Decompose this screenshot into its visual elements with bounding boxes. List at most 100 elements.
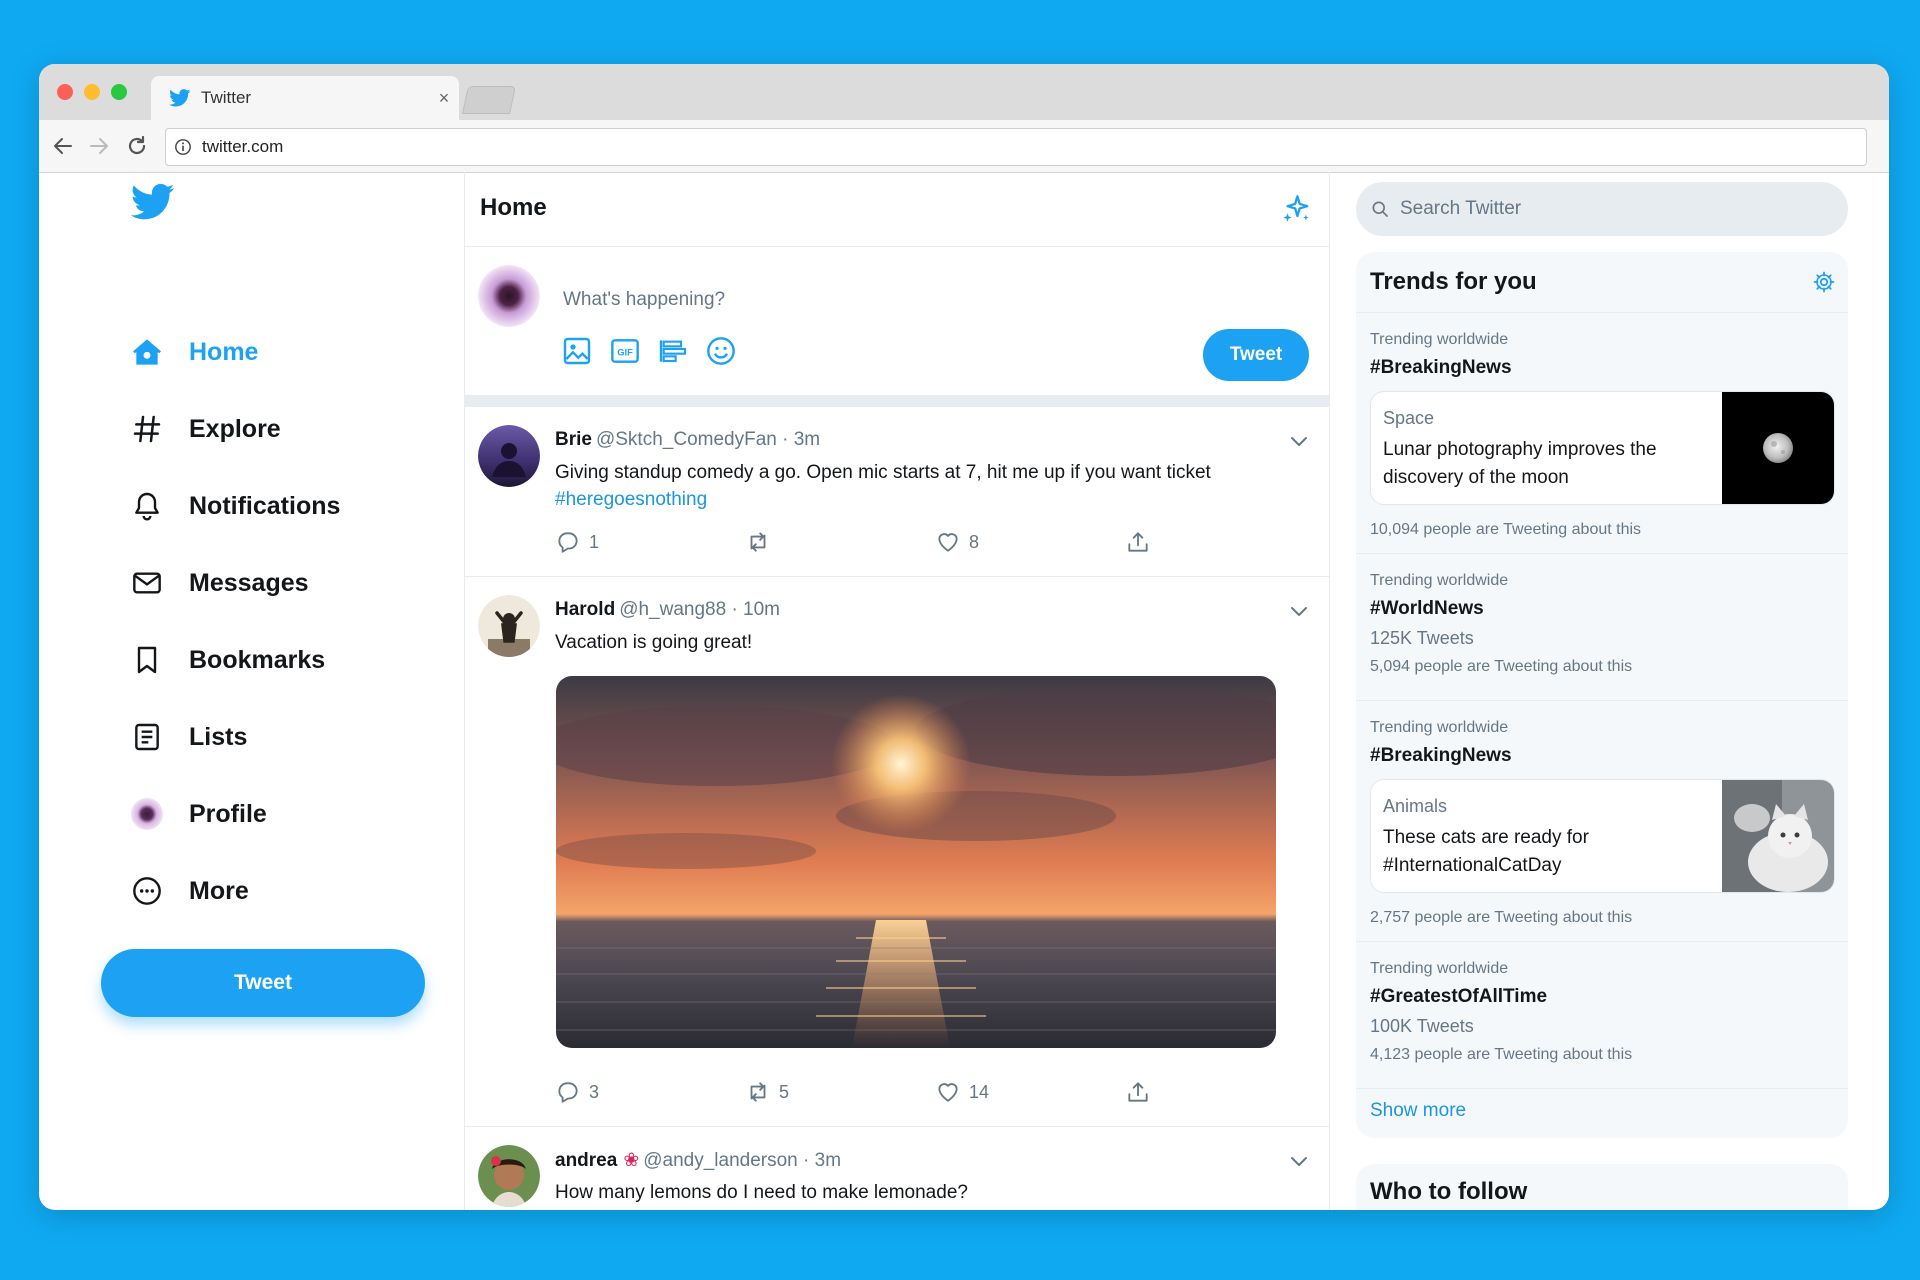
retweet-icon bbox=[750, 532, 766, 552]
compose-toolbar: GIF bbox=[561, 335, 737, 367]
retweet-button[interactable] bbox=[745, 529, 935, 555]
tweet-avatar[interactable] bbox=[478, 595, 540, 657]
sparkle-icon[interactable] bbox=[1279, 192, 1313, 226]
back-arrow-icon[interactable] bbox=[51, 134, 75, 158]
search-input[interactable]: Search Twitter bbox=[1356, 182, 1848, 236]
nav-explore[interactable]: Explore bbox=[131, 404, 281, 454]
nav-messages[interactable]: Messages bbox=[131, 558, 309, 608]
share-button[interactable] bbox=[1125, 1079, 1315, 1105]
poll-icon[interactable] bbox=[657, 335, 689, 367]
share-icon bbox=[1128, 1082, 1148, 1102]
show-more-link[interactable]: Show more bbox=[1370, 1100, 1466, 1122]
nav-lists[interactable]: Lists bbox=[131, 712, 247, 762]
nav-bookmarks-label: Bookmarks bbox=[189, 645, 326, 674]
nav-profile[interactable]: Profile bbox=[131, 789, 267, 839]
tweet-author-name[interactable]: andrea bbox=[555, 1150, 617, 1171]
tweet[interactable]: Brie @Sktch_ComedyFan · 3m Giving standup… bbox=[465, 407, 1329, 577]
card-category: Space bbox=[1383, 408, 1435, 428]
minimize-window-button[interactable] bbox=[84, 84, 100, 100]
trend-people-count: 10,094 people are Tweeting about this bbox=[1370, 521, 1642, 538]
trend-people-count: 5,094 people are Tweeting about this bbox=[1370, 658, 1633, 675]
tweet-avatar[interactable] bbox=[478, 1145, 540, 1207]
like-count: 8 bbox=[969, 531, 980, 552]
nav-lists-label: Lists bbox=[189, 722, 248, 751]
card-category: Animals bbox=[1383, 796, 1448, 816]
compose-input[interactable]: What's happening? bbox=[563, 289, 725, 311]
nav-notifications[interactable]: Notifications bbox=[131, 481, 340, 531]
share-button[interactable] bbox=[1125, 529, 1315, 555]
tab-close-icon[interactable]: × bbox=[429, 88, 459, 109]
maximize-window-button[interactable] bbox=[111, 84, 127, 100]
compose-avatar[interactable] bbox=[478, 265, 540, 327]
trend-item[interactable]: Trending worldwide #GreatestOfAllTime 10… bbox=[1356, 942, 1848, 1089]
cat-photo bbox=[1722, 780, 1834, 892]
address-bar[interactable]: twitter.com bbox=[165, 128, 1867, 166]
nav-explore-label: Explore bbox=[189, 414, 281, 443]
tweet-image[interactable] bbox=[556, 676, 1276, 1048]
main-feed: Home What's happening? GIF Tweet Brie @S… bbox=[464, 172, 1330, 1210]
nav-more[interactable]: More bbox=[131, 866, 249, 916]
compose-tweet-button[interactable]: Tweet bbox=[1203, 329, 1309, 381]
search-icon bbox=[1372, 201, 1388, 217]
retweet-count: 5 bbox=[779, 1081, 790, 1102]
new-tab-button[interactable] bbox=[462, 86, 516, 114]
trends-title: Trends for you bbox=[1370, 268, 1537, 295]
nav-home[interactable]: Home bbox=[131, 327, 258, 377]
hashtag-icon bbox=[131, 413, 163, 445]
tweet-handle-time: @Sktch_ComedyFan · 3m bbox=[595, 429, 821, 450]
sidebar-tweet-button[interactable]: Tweet bbox=[101, 949, 425, 1017]
twitter-logo-icon[interactable] bbox=[131, 182, 175, 222]
left-sidebar: Home Explore Notifications Messages Book… bbox=[39, 172, 464, 1210]
tweet[interactable]: andrea ❀ @andy_landerson · 3m How many lem… bbox=[465, 1127, 1329, 1210]
trend-news-card[interactable]: Space Lunar photography improves the dis… bbox=[1370, 391, 1835, 505]
retweet-button[interactable]: 5 bbox=[745, 1079, 935, 1105]
browser-tab[interactable]: Twitter × bbox=[151, 76, 459, 120]
browser-tab-bar: Twitter × bbox=[39, 64, 1889, 120]
chevron-down-icon[interactable] bbox=[1287, 599, 1311, 623]
tab-title: Twitter bbox=[201, 88, 252, 107]
trend-label: Trending worldwide bbox=[1370, 960, 1509, 977]
like-button[interactable]: 8 bbox=[935, 529, 1125, 555]
image-icon[interactable] bbox=[561, 335, 593, 367]
tweet[interactable]: Harold @h_wang88 · 10m Vacation is going … bbox=[465, 577, 1329, 1127]
trend-item[interactable]: Trending worldwide #BreakingNews Animals… bbox=[1356, 701, 1848, 942]
reply-button[interactable]: 1 bbox=[555, 529, 745, 555]
chevron-down-icon[interactable] bbox=[1287, 1149, 1311, 1173]
reload-icon[interactable] bbox=[125, 134, 149, 158]
nav-messages-label: Messages bbox=[189, 568, 309, 597]
share-icon bbox=[1128, 532, 1148, 552]
trend-hashtag[interactable]: #WorldNews bbox=[1370, 598, 1484, 620]
url-text: twitter.com bbox=[202, 137, 284, 156]
tweet-author-name[interactable]: Harold bbox=[555, 599, 615, 620]
trend-item[interactable]: Trending worldwide #WorldNews 125K Tweet… bbox=[1356, 554, 1848, 701]
tweet-actions: 1 8 bbox=[555, 529, 1315, 555]
chevron-down-icon[interactable] bbox=[1287, 429, 1311, 453]
trend-people-count: 4,123 people are Tweeting about this bbox=[1370, 1046, 1633, 1063]
trend-news-card[interactable]: Animals These cats are ready for #Intern… bbox=[1370, 779, 1835, 893]
info-icon[interactable] bbox=[174, 138, 192, 156]
trend-label: Trending worldwide bbox=[1370, 331, 1509, 348]
emoji-icon[interactable] bbox=[705, 335, 737, 367]
bookmark-icon bbox=[131, 644, 163, 676]
forward-arrow-icon[interactable] bbox=[87, 134, 111, 158]
flower-emoji-icon: ❀ bbox=[623, 1150, 640, 1171]
trend-item[interactable]: Trending worldwide #BreakingNews Space L… bbox=[1356, 313, 1848, 554]
like-count: 14 bbox=[969, 1081, 990, 1102]
reply-button[interactable]: 3 bbox=[555, 1079, 745, 1105]
trend-hashtag[interactable]: #BreakingNews bbox=[1370, 745, 1512, 767]
nav-bookmarks[interactable]: Bookmarks bbox=[131, 635, 325, 685]
tweet-avatar[interactable] bbox=[478, 425, 540, 487]
trend-label: Trending worldwide bbox=[1370, 572, 1509, 589]
tweet-body: Giving standup comedy a go. Open mic sta… bbox=[555, 462, 1211, 483]
envelope-icon bbox=[131, 567, 163, 599]
like-button[interactable]: 14 bbox=[935, 1079, 1125, 1105]
who-to-follow-panel: Who to follow bbox=[1356, 1164, 1848, 1210]
close-window-button[interactable] bbox=[57, 84, 73, 100]
tweet-author-name[interactable]: Brie bbox=[555, 429, 592, 450]
page-title: Home bbox=[480, 194, 547, 221]
trend-hashtag[interactable]: #GreatestOfAllTime bbox=[1370, 986, 1547, 1008]
trend-hashtag[interactable]: #BreakingNews bbox=[1370, 357, 1512, 379]
gear-icon[interactable] bbox=[1812, 270, 1836, 294]
gif-icon[interactable]: GIF bbox=[609, 335, 641, 367]
tweet-hashtag-link[interactable]: #heregoesnothing bbox=[555, 489, 707, 510]
